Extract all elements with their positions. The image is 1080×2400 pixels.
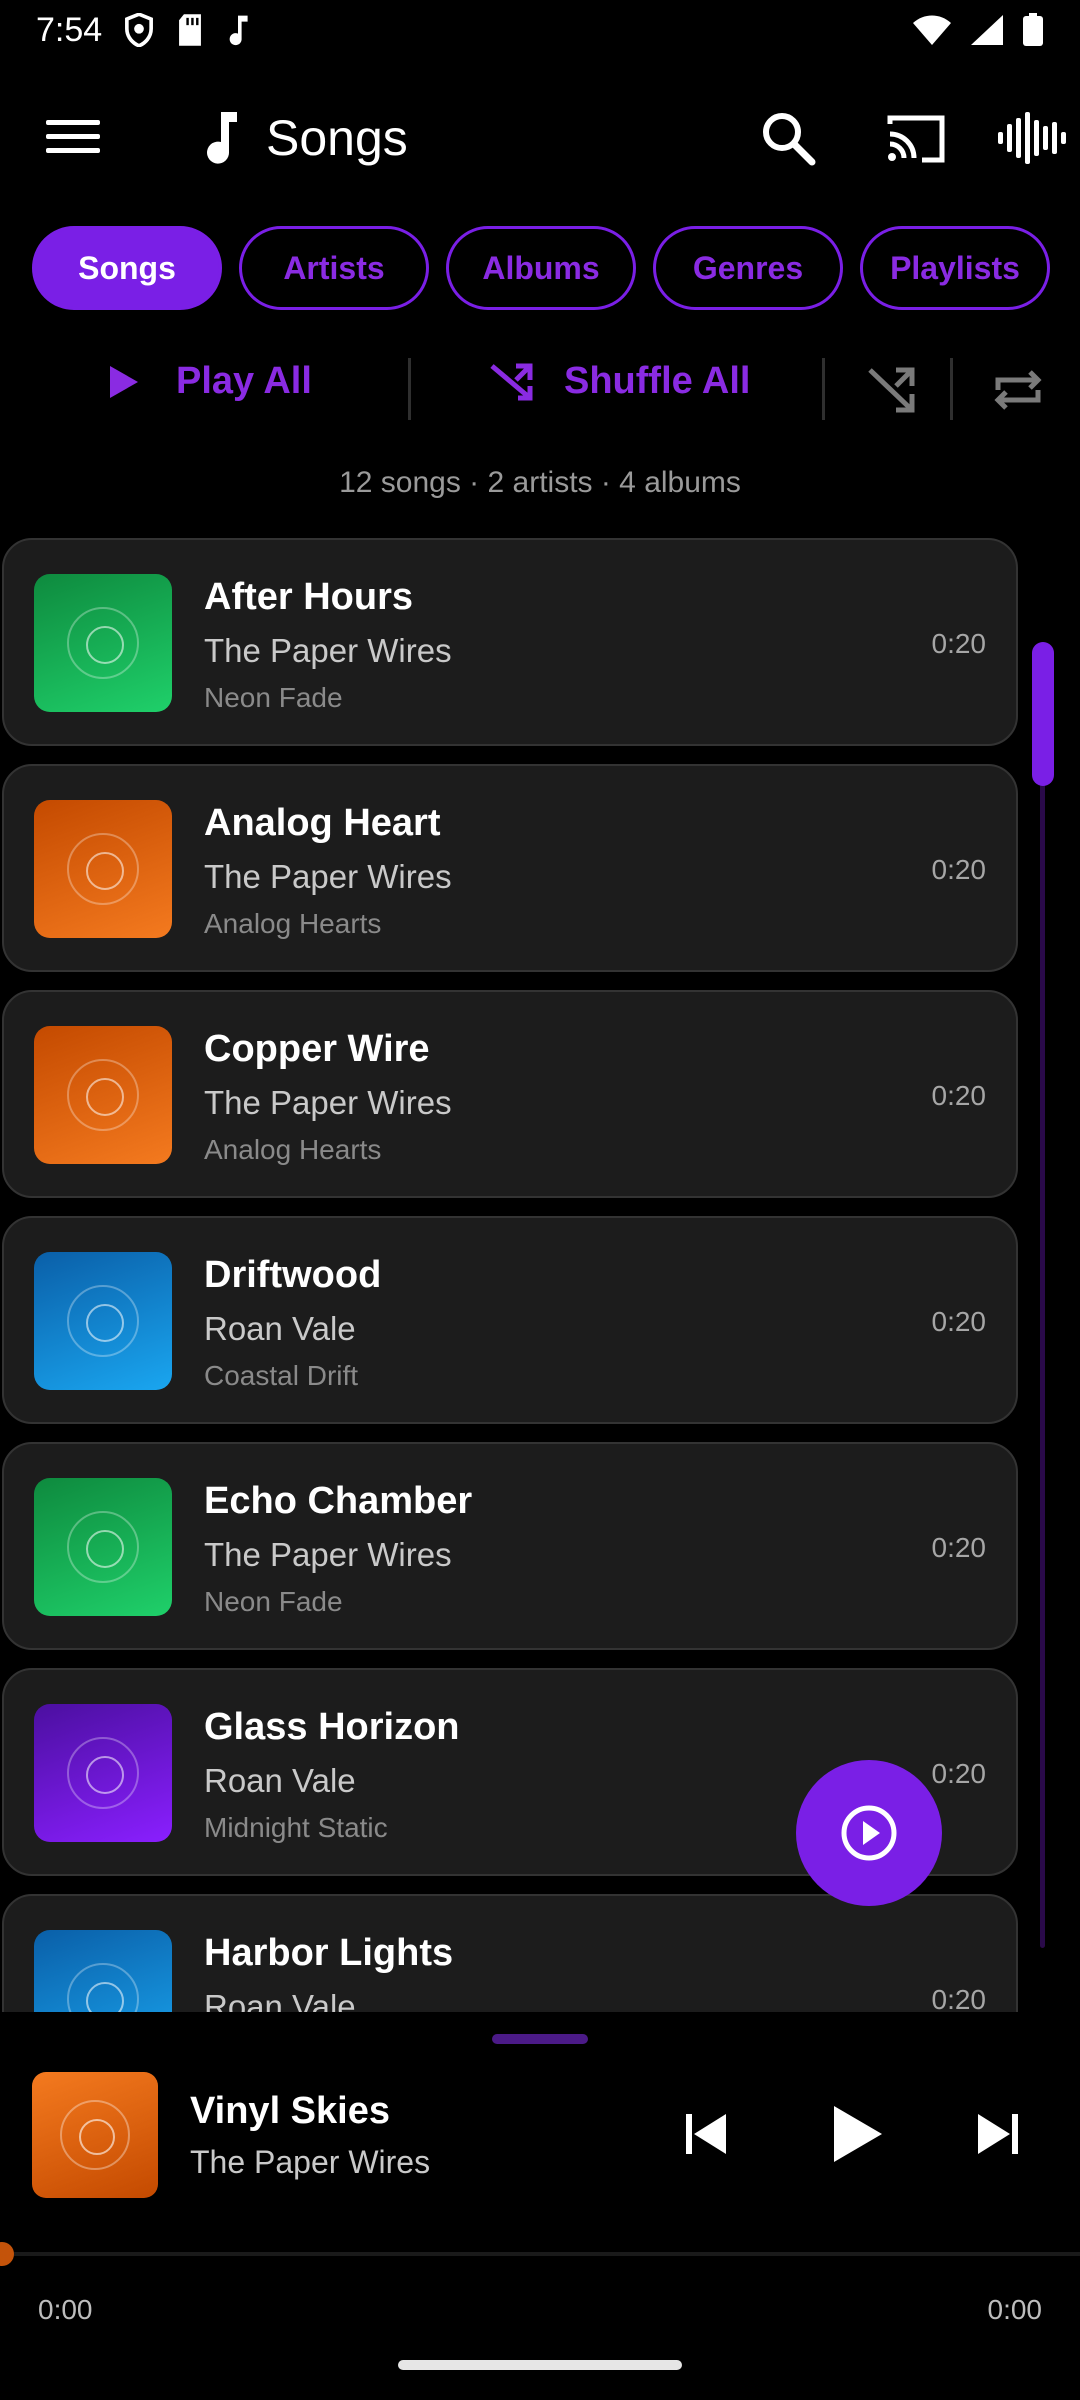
- song-title: Glass Horizon: [204, 1706, 460, 1748]
- song-duration: 0:20: [931, 1984, 987, 2012]
- sd-card-icon: [179, 14, 202, 46]
- progress-knob[interactable]: [0, 2242, 14, 2266]
- song-artist: Roan Vale: [204, 1310, 356, 1347]
- now-playing-title: Vinyl Skies: [190, 2090, 390, 2132]
- song-artist: The Paper Wires: [204, 632, 452, 669]
- song-title: Copper Wire: [204, 1028, 430, 1070]
- album-art: [34, 1478, 172, 1616]
- song-list-item[interactable]: Driftwood Roan Vale Coastal Drift 0:20: [2, 1216, 1018, 1424]
- menu-icon[interactable]: [44, 112, 104, 162]
- song-duration: 0:20: [931, 1080, 987, 1111]
- song-title: Analog Heart: [204, 802, 441, 844]
- scrollbar-thumb[interactable]: [1032, 642, 1054, 786]
- play-circle-icon: [841, 1805, 897, 1861]
- divider: [822, 358, 825, 420]
- album-art: [34, 800, 172, 938]
- now-playing-album-art: [32, 2072, 158, 2198]
- cast-icon[interactable]: [884, 110, 948, 166]
- song-artist: The Paper Wires: [204, 1084, 452, 1121]
- now-playing-artist: The Paper Wires: [190, 2144, 431, 2180]
- status-bar: 7:54: [0, 0, 1080, 60]
- song-title: Driftwood: [204, 1254, 382, 1296]
- page-title: Songs: [266, 110, 408, 166]
- app-bar: Songs: [0, 88, 1080, 184]
- song-list-item[interactable]: Harbor Lights Roan Vale 0:20: [2, 1894, 1018, 2012]
- song-duration: 0:20: [931, 1758, 987, 1789]
- song-album: Analog Hearts: [204, 908, 382, 939]
- song-list-item[interactable]: Analog Heart The Paper Wires Analog Hearts…: [2, 764, 1018, 972]
- shuffle-icon: [490, 363, 533, 400]
- song-title: Harbor Lights: [204, 1932, 454, 1974]
- signal-icon: [971, 15, 1003, 45]
- divider: [950, 358, 953, 420]
- song-duration: 0:20: [931, 854, 987, 885]
- status-time: 7:54: [36, 10, 103, 49]
- shield-icon: [125, 13, 154, 47]
- mini-player[interactable]: Vinyl Skies The Paper Wires 0:00 0:00: [0, 2012, 1080, 2400]
- divider: [408, 358, 411, 420]
- album-art: [34, 1704, 172, 1842]
- album-art: [34, 574, 172, 712]
- wifi-icon: [913, 15, 951, 45]
- tab-artists[interactable]: Artists: [239, 226, 429, 310]
- song-duration: 0:20: [931, 1532, 987, 1563]
- song-duration: 0:20: [931, 1306, 987, 1337]
- album-art: [34, 1930, 172, 2012]
- play-fab-button[interactable]: [796, 1760, 942, 1906]
- library-summary: 12 songs · 2 artists · 4 albums: [339, 466, 741, 499]
- song-list-item[interactable]: Copper Wire The Paper Wires Analog Hearts 0…: [2, 990, 1018, 1198]
- progress-track[interactable]: [0, 2252, 1080, 2256]
- total-time: 0:00: [987, 2294, 1043, 2325]
- song-list-item[interactable]: Echo Chamber The Paper Wires Neon Fade 0:20: [2, 1442, 1018, 1650]
- shuffle-toggle-icon[interactable]: [864, 362, 920, 418]
- album-art: [34, 1026, 172, 1164]
- song-album: Analog Hearts: [204, 1134, 382, 1165]
- play-all-label: Play All: [176, 360, 312, 402]
- repeat-icon[interactable]: [990, 362, 1046, 418]
- song-artist: Roan Vale: [204, 1988, 356, 2012]
- home-indicator[interactable]: [398, 2360, 682, 2370]
- skip-next-icon[interactable]: [972, 2108, 1024, 2160]
- play-all-button[interactable]: Play All: [108, 360, 312, 403]
- elapsed-time: 0:00: [38, 2294, 93, 2325]
- play-icon: [110, 365, 138, 398]
- song-title: Echo Chamber: [204, 1480, 473, 1522]
- tab-songs[interactable]: Songs: [32, 226, 222, 310]
- tab-genres[interactable]: Genres: [653, 226, 843, 310]
- song-album: Coastal Drift: [204, 1360, 359, 1391]
- song-album: Midnight Static: [204, 1812, 388, 1843]
- waveform-icon[interactable]: [996, 110, 1068, 166]
- category-tabs: Songs Artists Albums Genres Playlists: [32, 226, 1050, 310]
- tab-albums[interactable]: Albums: [446, 226, 636, 310]
- music-note-icon: [207, 112, 237, 164]
- drag-handle[interactable]: [492, 2034, 588, 2044]
- skip-previous-icon[interactable]: [680, 2108, 732, 2160]
- song-list-item[interactable]: After Hours The Paper Wires Neon Fade 0:20: [2, 538, 1018, 746]
- search-icon[interactable]: [760, 110, 816, 166]
- battery-icon: [1023, 13, 1043, 46]
- song-album: Neon Fade: [204, 1586, 343, 1617]
- shuffle-all-label: Shuffle All: [564, 360, 751, 402]
- tab-playlists[interactable]: Playlists: [860, 226, 1050, 310]
- action-row: Play All Shuffle All: [0, 352, 1080, 428]
- music-note-status-icon: [229, 15, 248, 46]
- album-art: [34, 1252, 172, 1390]
- song-artist: The Paper Wires: [204, 1536, 452, 1573]
- song-duration: 0:20: [931, 628, 987, 659]
- shuffle-all-button[interactable]: Shuffle All: [490, 360, 750, 403]
- song-album: Neon Fade: [204, 682, 343, 713]
- song-title: After Hours: [204, 576, 414, 618]
- scrollbar-track[interactable]: [1040, 642, 1045, 1948]
- play-icon[interactable]: [826, 2102, 886, 2166]
- song-artist: Roan Vale: [204, 1762, 356, 1799]
- song-artist: The Paper Wires: [204, 858, 452, 895]
